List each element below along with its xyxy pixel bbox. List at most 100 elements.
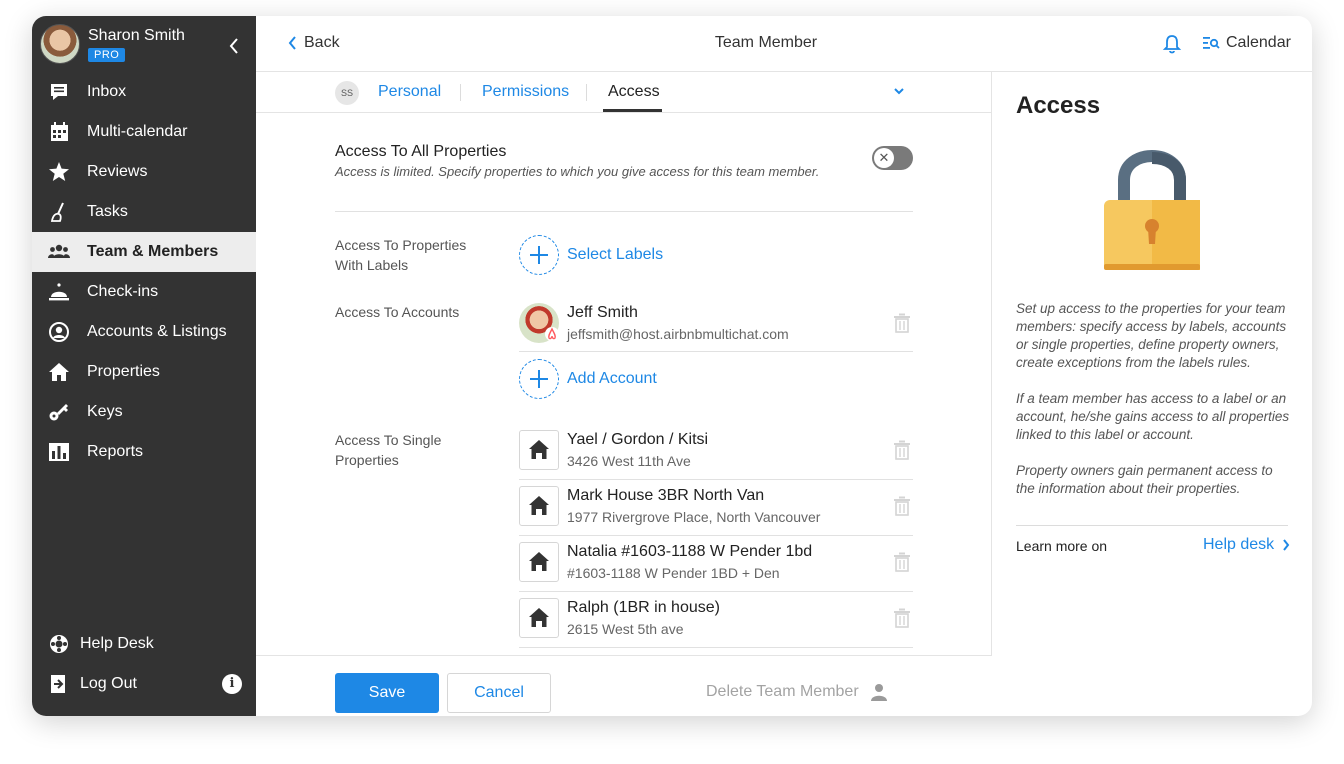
tab-personal[interactable]: Personal [378, 83, 441, 101]
home-icon [529, 552, 549, 571]
chevron-left-icon[interactable] [226, 36, 242, 56]
select-labels-button[interactable] [519, 235, 559, 275]
sidebar-item-accounts-listings[interactable]: Accounts & Listings [32, 312, 256, 352]
panel-paragraph: If a team member has access to a label o… [1016, 391, 1290, 442]
broom-icon [50, 202, 64, 222]
tab-permissions[interactable]: Permissions [482, 83, 569, 101]
cancel-button[interactable]: Cancel [447, 673, 551, 713]
sidebar-item-label: Accounts & Listings [87, 323, 227, 340]
sidebar-item-properties[interactable]: Properties [32, 352, 256, 392]
trash-icon[interactable] [893, 552, 911, 572]
divider [519, 351, 913, 352]
help-panel: Access Set up access to the properties f… [992, 72, 1312, 716]
panel-paragraph: Set up access to the properties for your… [1016, 301, 1287, 370]
panel-paragraph: Property owners gain permanent access to… [1016, 463, 1273, 496]
member-initials: SS [335, 81, 359, 105]
sidebar-item-multi-calendar[interactable]: Multi-calendar [32, 112, 256, 152]
property-thumbnail [519, 598, 559, 638]
trash-icon[interactable] [893, 496, 911, 516]
add-account-link[interactable]: Add Account [567, 370, 657, 388]
property-address: 3426 West 11th Ave [567, 453, 691, 469]
property-address: 1977 Rivergrove Place, North Vancouver [567, 509, 821, 525]
account-name: Jeff Smith [567, 304, 638, 321]
sidebar-item-label: Reports [87, 443, 144, 460]
property-thumbnail [519, 542, 559, 582]
bell-desk-icon [49, 283, 69, 301]
chevron-right-icon [1283, 539, 1290, 551]
divider [335, 211, 913, 212]
divider [519, 647, 913, 648]
sidebar-item-label: Properties [87, 363, 160, 380]
sidebar-item-check-ins[interactable]: Check-ins [32, 272, 256, 312]
access-all-subtitle: Access is limited. Specify properties to… [335, 164, 820, 179]
avatar[interactable] [40, 24, 80, 64]
property-row: Yael / Gordon / Kitsi 3426 West 11th Ave [519, 424, 913, 480]
inbox-icon [51, 84, 67, 100]
property-address: 2615 West 5th ave [567, 621, 684, 637]
sidebar-item-label: Multi-calendar [87, 123, 188, 140]
sidebar-item-help-desk[interactable]: Help Desk [32, 624, 256, 664]
delete-team-member-button[interactable]: Delete Team Member [706, 683, 859, 701]
airbnb-icon [545, 327, 559, 341]
properties-section-label: Access To Single Properties [335, 432, 442, 468]
sidebar-item-label: Check-ins [87, 283, 159, 300]
account-email: jeffsmith@host.airbnbmultichat.com [567, 326, 789, 342]
property-name: Ralph (1BR in house) [567, 599, 720, 616]
property-name: Mark House 3BR North Van [567, 487, 765, 504]
access-all-block: Access To All Properties Access is limit… [335, 143, 855, 179]
user-remove-icon[interactable] [870, 682, 888, 702]
select-labels-link[interactable]: Select Labels [567, 246, 663, 264]
key-icon [49, 404, 68, 421]
user-name: Sharon Smith [88, 27, 185, 44]
bar-chart-icon [49, 443, 69, 461]
app-window: Sharon Smith PRO Inbox Multi-calendar Re… [32, 16, 1312, 716]
form-footer: Save Cancel Delete Team Member [256, 655, 992, 716]
sidebar-item-tasks[interactable]: Tasks [32, 192, 256, 232]
property-name: Yael / Gordon / Kitsi [567, 431, 709, 448]
help-desk-link[interactable]: Help desk [1203, 536, 1290, 554]
sidebar-item-label: Team & Members [87, 243, 219, 260]
sidebar-bottom: Help Desk Log Out i [32, 624, 256, 704]
property-name: Natalia #1603-1188 W Pender 1bd [567, 543, 813, 560]
calendar-label: Calendar [1226, 34, 1291, 51]
calendar-search-icon [1203, 37, 1220, 49]
chevron-down-icon[interactable] [892, 84, 906, 98]
add-account-button[interactable] [519, 359, 559, 399]
sidebar-item-keys[interactable]: Keys [32, 392, 256, 432]
user-profile[interactable]: Sharon Smith PRO [40, 24, 248, 72]
account-row: Jeff Smith jeffsmith@host.airbnbmulticha… [519, 297, 913, 353]
trash-icon[interactable] [893, 440, 911, 460]
trash-icon[interactable] [893, 313, 911, 333]
sidebar-item-inbox[interactable]: Inbox [32, 72, 256, 112]
page-title: Team Member [714, 34, 818, 51]
calendar-button[interactable]: Calendar [1202, 34, 1291, 52]
sidebar-item-log-out[interactable]: Log Out i [32, 664, 256, 704]
home-icon [49, 363, 69, 381]
sidebar-item-label: Log Out [80, 675, 137, 692]
divider [1016, 525, 1288, 526]
access-all-title: Access To All Properties [335, 143, 507, 160]
active-tab-indicator [603, 109, 662, 112]
bell-icon[interactable] [1162, 34, 1182, 54]
account-circle-icon [49, 322, 69, 342]
home-icon [529, 440, 549, 459]
sidebar-item-team-members[interactable]: Team & Members [32, 232, 256, 272]
info-icon[interactable]: i [222, 674, 242, 694]
property-row: Ralph (1BR in house) 2615 West 5th ave [519, 592, 913, 648]
star-icon [49, 162, 69, 181]
accounts-section-label: Access To Accounts [335, 304, 460, 320]
access-all-toggle[interactable]: ✕ [872, 146, 913, 170]
sidebar-item-label: Help Desk [80, 635, 154, 652]
trash-icon[interactable] [893, 608, 911, 628]
sidebar-item-label: Reviews [87, 163, 148, 180]
top-header: Back Team Member Calendar [256, 16, 1312, 72]
sidebar-item-reports[interactable]: Reports [32, 432, 256, 472]
property-row: Natalia #1603-1188 W Pender 1bd #1603-11… [519, 536, 913, 592]
sidebar-item-label: Keys [87, 403, 123, 420]
calendar-grid-icon [51, 122, 68, 141]
close-icon: ✕ [874, 148, 894, 168]
sidebar-item-reviews[interactable]: Reviews [32, 152, 256, 192]
tab-access[interactable]: Access [608, 83, 660, 101]
logout-icon [51, 675, 65, 693]
save-button[interactable]: Save [335, 673, 439, 713]
